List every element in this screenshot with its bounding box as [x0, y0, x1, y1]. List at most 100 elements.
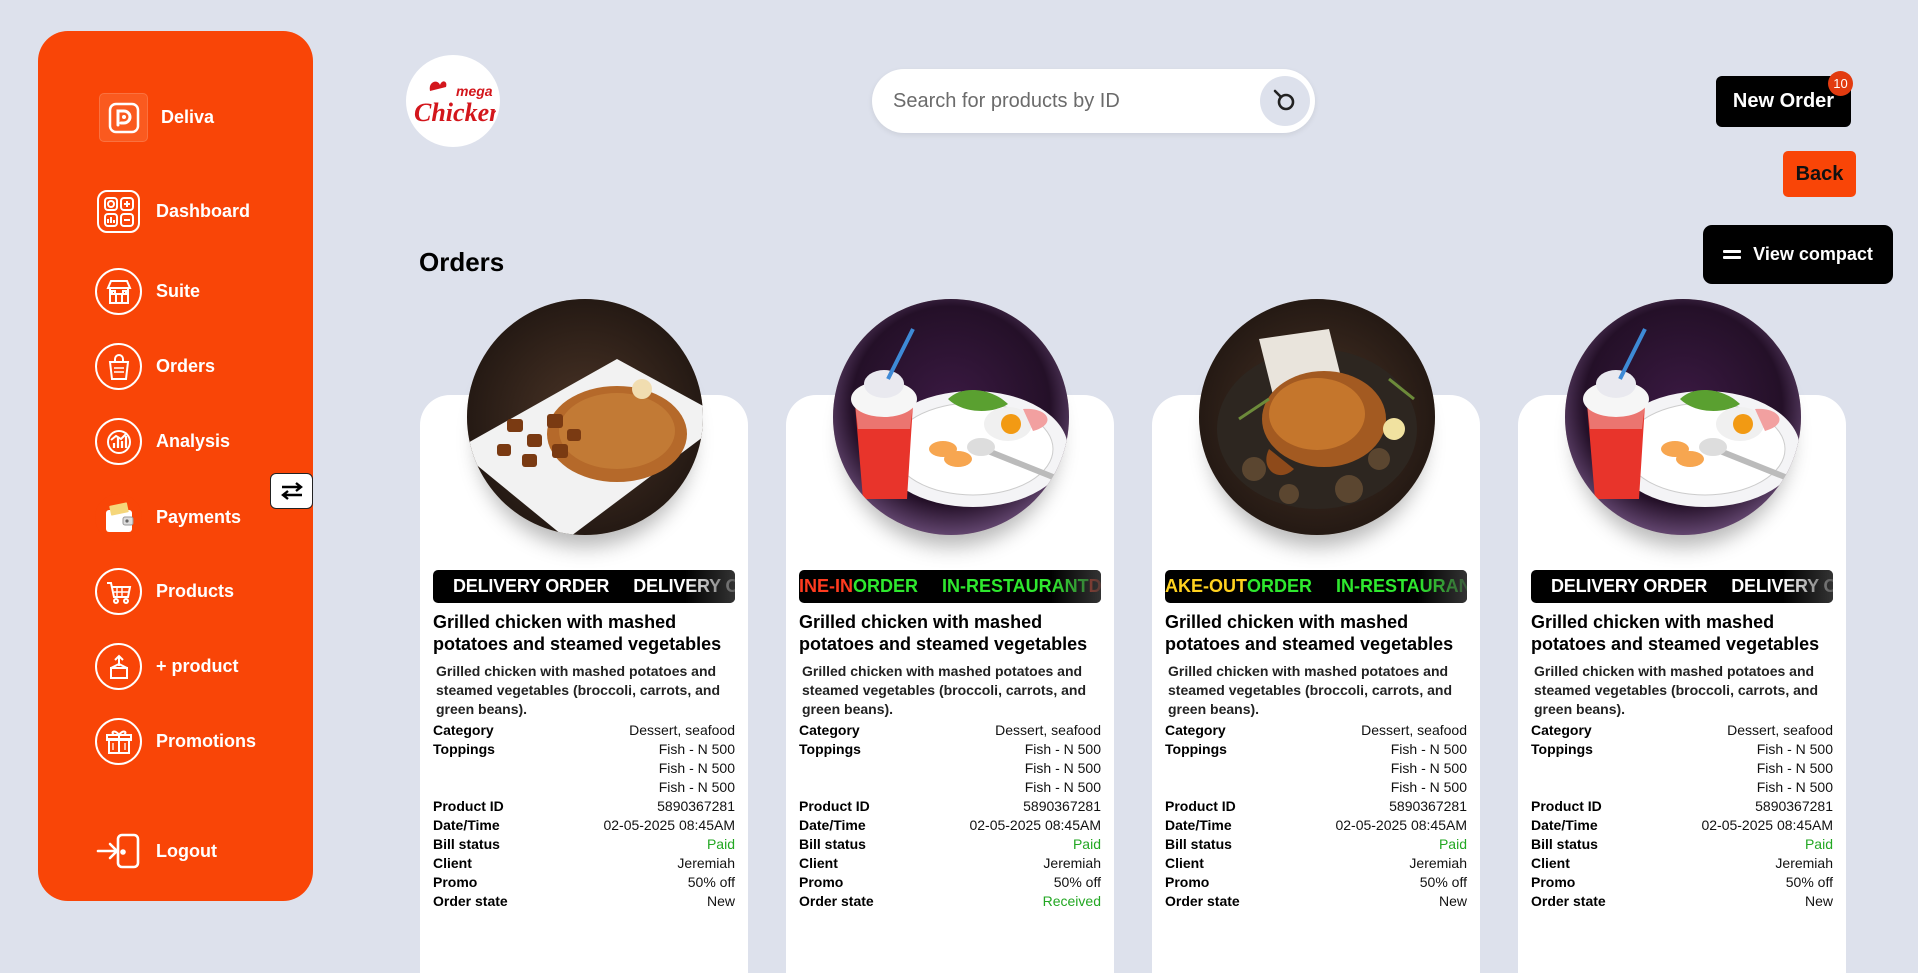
svg-text:Chicken: Chicken: [414, 98, 496, 127]
detail-value: Fish - N 500: [1756, 741, 1833, 757]
detail-label: Toppings: [1165, 741, 1227, 757]
detail-label: Bill status: [1531, 836, 1598, 852]
search-button[interactable]: [1260, 76, 1310, 126]
order-details: Category Dessert, seafood Toppings Fish - N…: [1531, 721, 1833, 911]
detail-value: Fish - N 500: [1756, 779, 1833, 795]
order-dish-image: [1199, 299, 1435, 535]
detail-row: Promo 50% off: [799, 873, 1101, 892]
sidebar-item-add-product[interactable]: + product: [95, 643, 239, 690]
order-type-ticker: AKE-OUT ORDERIN-RESTAURANT T: [1165, 570, 1467, 603]
store-logo[interactable]: mega Chicken: [406, 55, 500, 147]
detail-value: 02-05-2025 08:45AM: [969, 817, 1101, 833]
detail-value: Paid: [1438, 836, 1467, 852]
detail-label: Client: [1165, 855, 1204, 871]
sidebar-toggle-button[interactable]: [270, 473, 313, 509]
order-title: Grilled chicken with mashed potatoes and…: [1165, 612, 1454, 654]
order-description: Grilled chicken with mashed potatoes and…: [1534, 663, 1818, 717]
detail-row: Fish - N 500: [1531, 759, 1833, 778]
detail-label: Promo: [1165, 874, 1210, 890]
order-dish-image: [833, 299, 1069, 535]
detail-value: Fish - N 500: [658, 779, 735, 795]
detail-row: Client Jeremiah: [433, 854, 735, 873]
detail-label: Promo: [1531, 874, 1576, 890]
detail-value: Jeremiah: [1043, 855, 1101, 871]
detail-row: Toppings Fish - N 500: [1531, 740, 1833, 759]
detail-row: Date/Time 02-05-2025 08:45AM: [433, 816, 735, 835]
detail-value: Jeremiah: [1775, 855, 1833, 871]
order-dish-image: [1565, 299, 1801, 535]
detail-row: Date/Time 02-05-2025 08:45AM: [799, 816, 1101, 835]
sidebar-item-orders[interactable]: Orders: [95, 343, 215, 390]
detail-label: Product ID: [1165, 798, 1236, 814]
detail-row: Bill status Paid: [433, 835, 735, 854]
detail-row: Promo 50% off: [433, 873, 735, 892]
detail-row: Promo 50% off: [1531, 873, 1833, 892]
detail-label: Order state: [1531, 893, 1606, 909]
detail-label: Category: [1165, 722, 1226, 738]
ticker-segment: DELIVERY ORDER: [1551, 576, 1708, 596]
detail-value: Fish - N 500: [1756, 760, 1833, 776]
ticker-fade: [685, 570, 735, 603]
detail-label: Client: [1531, 855, 1570, 871]
detail-row: Client Jeremiah: [1531, 854, 1833, 873]
detail-label: Client: [433, 855, 472, 871]
ticker-segment: ORDER: [1247, 576, 1313, 596]
detail-label: Date/Time: [1531, 817, 1598, 833]
detail-label: Toppings: [433, 741, 495, 757]
back-label: Back: [1795, 162, 1844, 185]
sidebar-item-dashboard[interactable]: Dashboard: [95, 190, 250, 233]
detail-value: Fish - N 500: [1390, 760, 1467, 776]
detail-label: Date/Time: [799, 817, 866, 833]
logout-icon: [95, 831, 142, 871]
detail-label: Order state: [799, 893, 874, 909]
new-order-label: New Order: [1732, 90, 1835, 112]
detail-label: Category: [799, 722, 860, 738]
sidebar-item-promotions[interactable]: Promotions: [95, 718, 256, 765]
back-button[interactable]: Back: [1783, 151, 1856, 197]
ticker-segment: ORDER: [853, 576, 919, 596]
sidebar-item-analysis[interactable]: Analysis: [95, 418, 230, 465]
add-product-icon: [95, 643, 142, 690]
detail-value: 5890367281: [1023, 798, 1101, 814]
logout-button[interactable]: Logout: [95, 831, 217, 871]
brand[interactable]: Deliva: [99, 93, 214, 142]
ticker-fade: [1783, 570, 1833, 603]
order-title: Grilled chicken with mashed potatoes and…: [1531, 612, 1820, 654]
new-order-button[interactable]: New Order 10: [1716, 71, 1853, 127]
detail-label: Product ID: [799, 798, 870, 814]
detail-label: Toppings: [799, 741, 861, 757]
detail-row: Toppings Fish - N 500: [433, 740, 735, 759]
detail-value: New: [706, 893, 735, 909]
detail-row: Date/Time 02-05-2025 08:45AM: [1165, 816, 1467, 835]
detail-row: Order state Received: [799, 892, 1101, 911]
menu-lines-icon: [1723, 247, 1742, 262]
order-description: Grilled chicken with mashed potatoes and…: [802, 663, 1086, 717]
sidebar-item-suite[interactable]: Suite: [95, 268, 200, 315]
detail-row: Category Dessert, seafood: [799, 721, 1101, 740]
swap-arrows-icon: [280, 482, 303, 500]
detail-value: Fish - N 500: [658, 760, 735, 776]
detail-label: Category: [1531, 722, 1592, 738]
wallet-icon: [95, 494, 142, 541]
detail-row: Fish - N 500: [799, 759, 1101, 778]
new-order-count-badge: 10: [1828, 71, 1853, 96]
order-type-ticker: DELIVERY ORDERDELIVERY ORDER: [1531, 570, 1833, 603]
mega-chicken-logo-icon: mega Chicken: [414, 81, 496, 127]
sidebar-item-label: Products: [156, 581, 235, 601]
detail-label: Promo: [799, 874, 844, 890]
sidebar-item-payments[interactable]: Payments: [95, 494, 241, 541]
detail-label: Bill status: [1165, 836, 1232, 852]
detail-value: Paid: [1072, 836, 1101, 852]
detail-value: 50% off: [687, 874, 735, 890]
detail-label: Order state: [433, 893, 508, 909]
sidebar-item-products[interactable]: Products: [95, 568, 234, 615]
search-input[interactable]: [893, 89, 1233, 113]
detail-value: Jeremiah: [1409, 855, 1467, 871]
ticker-fade: [1051, 570, 1101, 603]
view-compact-button[interactable]: View compact: [1703, 225, 1893, 284]
sidebar-item-label: + product: [156, 656, 239, 676]
detail-row: Category Dessert, seafood: [1531, 721, 1833, 740]
detail-value: Fish - N 500: [1390, 741, 1467, 757]
detail-row: Order state New: [1531, 892, 1833, 911]
detail-row: Bill status Paid: [799, 835, 1101, 854]
